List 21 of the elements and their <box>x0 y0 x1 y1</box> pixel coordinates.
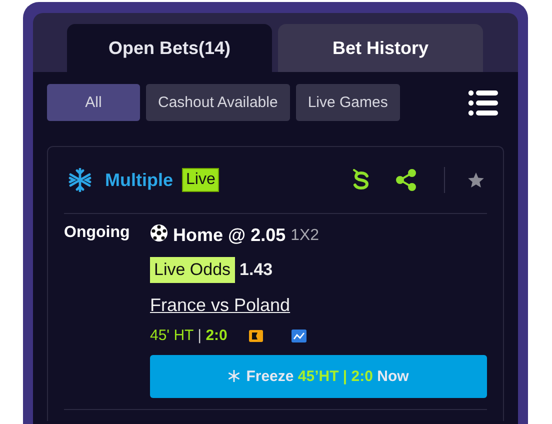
match-link[interactable]: France vs Poland <box>150 295 290 316</box>
filter-chip[interactable]: All <box>47 84 140 121</box>
live-odds: 1.43 <box>240 260 273 280</box>
bet-status: Ongoing <box>64 224 131 243</box>
snowflake-icon <box>68 168 92 192</box>
selection: Home @ 2.05 <box>173 225 286 246</box>
match-clock: 45' HT | 2:0 <box>150 327 228 344</box>
menu-icon[interactable] <box>468 90 498 116</box>
filter-chip[interactable]: Cashout Available <box>146 84 290 121</box>
live-badge: Live <box>182 168 220 192</box>
bet-type: Multiple <box>105 170 173 190</box>
tab[interactable]: Open Bets(14) <box>67 24 272 72</box>
market: 1X2 <box>290 226 320 244</box>
star-icon[interactable] <box>467 171 485 189</box>
tab[interactable]: Bet History <box>278 24 483 72</box>
tv-icon[interactable] <box>248 328 264 342</box>
share-icon[interactable] <box>396 169 416 191</box>
live-odds-label: Live Odds <box>150 257 235 283</box>
filter-chip[interactable]: Live Games <box>296 84 400 121</box>
snowflake-icon <box>228 370 240 382</box>
chart-icon[interactable] <box>291 328 308 342</box>
